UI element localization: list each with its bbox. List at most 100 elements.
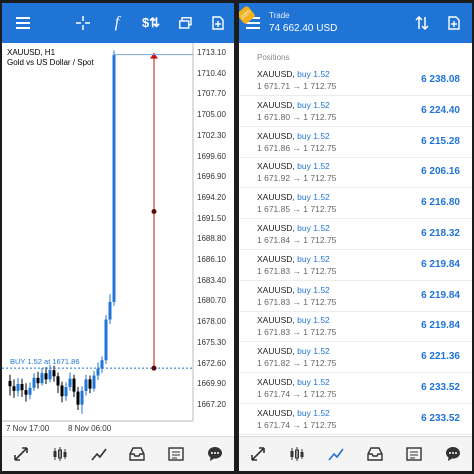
sort-icon[interactable] <box>407 3 437 43</box>
chat-icon[interactable] <box>201 440 229 468</box>
position-symbol: XAUUSD, buy 1.52 <box>257 69 330 79</box>
position-symbol: XAUUSD, buy 1.52 <box>257 223 330 233</box>
position-row[interactable]: XAUUSD, buy 1.52 1 671.83 → 1 712.75 6 219… <box>239 250 472 281</box>
quotes-icon[interactable] <box>7 440 35 468</box>
candle-body <box>48 370 52 380</box>
price-label: 1678.00 <box>197 317 226 327</box>
candle-body <box>104 319 108 361</box>
objects-icon[interactable]: $⇅ <box>134 3 168 43</box>
position-row[interactable]: XAUUSD, buy 1.52 1 671.83 → 1 712.75 6 219… <box>239 311 472 343</box>
price-label: 1688.80 <box>197 234 226 244</box>
position-prices: 1 671.71 → 1 712.75 <box>257 81 337 91</box>
position-profit: 6 233.52 <box>421 412 460 424</box>
price-label: 1691.50 <box>197 213 226 223</box>
position-symbol: XAUUSD, buy 1.52 <box>257 161 330 172</box>
position-row[interactable]: XAUUSD, buy 1.52 1 671.84 → 1 712.75 6 218… <box>239 219 472 250</box>
candle-body <box>24 390 28 395</box>
history-icon[interactable] <box>162 440 190 468</box>
candle-body <box>8 380 12 387</box>
function-icon[interactable]: f <box>100 3 134 43</box>
candle-body <box>80 390 84 405</box>
candle-body <box>92 375 96 389</box>
position-side: buy 1.52 <box>297 253 330 264</box>
account-balance: 74 662.40 USD <box>269 23 338 34</box>
position-symbol: XAUUSD, buy 1.52 <box>257 346 330 357</box>
position-row[interactable]: XAUUSD, buy 1.52 1 671.74 → 1 712.75 6 233… <box>239 404 472 435</box>
new-order-icon[interactable] <box>439 3 469 43</box>
position-row[interactable]: XAUUSD, buy 1.52 1 671.71 → 1 712.75 6 238… <box>239 65 472 96</box>
position-row[interactable]: XAUUSD, buy 1.52 1 671.74 → 1 712.75 6 233… <box>239 373 472 404</box>
time-label: 8 Nov 06:00 <box>68 424 112 433</box>
position-profit: 6 224.40 <box>421 104 460 116</box>
position-symbol: XAUUSD, buy 1.52 <box>257 192 330 203</box>
candle-body <box>52 370 56 377</box>
position-row[interactable]: XAUUSD, buy 1.52 1 671.85 → 1 712.75 6 216… <box>239 188 472 220</box>
position-row[interactable]: XAUUSD, buy 1.52 1 671.80 → 1 712.75 6 224… <box>239 96 472 127</box>
position-profit: 6 221.36 <box>421 351 460 363</box>
price-label: 1686.10 <box>197 255 226 264</box>
position-profit: 6 219.84 <box>421 258 460 270</box>
position-prices: 1 671.85 → 1 712.75 <box>257 204 337 215</box>
position-row[interactable]: XAUUSD, buy 1.52 1 671.83 → 1 712.75 6 219… <box>239 281 472 312</box>
candle-body <box>56 376 60 386</box>
order-line-label[interactable]: BUY 1.52 at 1671.86 <box>10 357 80 366</box>
trend-icon[interactable] <box>322 440 350 468</box>
chart-icon[interactable] <box>283 440 311 468</box>
price-label: 1675.30 <box>197 337 226 347</box>
chart-icon[interactable] <box>46 440 74 468</box>
history-icon[interactable] <box>400 440 428 468</box>
menu-icon[interactable] <box>2 3 44 43</box>
candle-body <box>40 373 44 384</box>
position-symbol: XAUUSD, buy 1.52 <box>257 130 330 141</box>
candle-body <box>16 383 20 391</box>
window-icon[interactable] <box>168 3 202 43</box>
chat-icon[interactable] <box>439 440 467 468</box>
position-row[interactable]: XAUUSD, buy 1.52 1 671.86 → 1 712.75 6 215… <box>239 127 472 158</box>
position-side: buy 1.52 <box>297 346 330 357</box>
price-label: 1710.40 <box>197 68 226 78</box>
new-order-icon[interactable] <box>202 3 234 43</box>
position-row[interactable]: XAUUSD, buy 1.52 1 671.92 → 1 712.75 6 206… <box>239 157 472 189</box>
trade-panel: Trade 74 662.40 USD 2020 Positions XAUUS… <box>239 3 472 471</box>
trade-title: Trade <box>269 11 290 20</box>
trade-toolbar: Trade 74 662.40 USD <box>239 3 472 43</box>
chart-toolbar: f $⇅ <box>2 3 234 43</box>
price-label: 1694.20 <box>197 192 226 202</box>
chart-panel: f $⇅ XAUUSD, H1 Gold vs US Dollar / Spot… <box>2 3 234 471</box>
position-side: buy 1.52 <box>297 223 330 233</box>
trend-icon[interactable] <box>85 440 113 468</box>
candle-body <box>44 373 48 380</box>
position-prices: 1 671.82 → 1 712.75 <box>257 358 337 369</box>
trade-icon[interactable] <box>361 440 389 468</box>
price-label: 1705.00 <box>197 110 226 120</box>
position-profit: 6 215.28 <box>421 135 460 147</box>
price-label: 1696.90 <box>197 172 226 182</box>
candle-body <box>60 385 64 397</box>
crosshair-icon[interactable] <box>66 3 100 43</box>
position-profit: 6 216.80 <box>421 197 460 209</box>
position-row[interactable]: XAUUSD, buy 1.52 1 671.82 → 1 712.75 6 221… <box>239 342 472 374</box>
price-label: 1707.70 <box>197 89 226 99</box>
measure-arrow <box>150 52 158 59</box>
position-profit: 6 238.08 <box>421 74 460 85</box>
candle-body <box>36 377 40 384</box>
measure-point <box>151 365 157 371</box>
price-label: 1683.40 <box>197 275 226 285</box>
trade-icon[interactable] <box>123 440 151 468</box>
price-label: 1669.90 <box>197 379 226 389</box>
bottom-nav <box>2 436 234 471</box>
position-symbol: XAUUSD, buy 1.52 <box>257 253 330 264</box>
position-side: buy 1.52 <box>297 99 330 110</box>
position-prices: 1 671.86 → 1 712.75 <box>257 142 337 153</box>
candle-body <box>20 383 24 391</box>
quotes-icon[interactable] <box>244 440 272 468</box>
position-profit: 6 219.84 <box>421 289 460 301</box>
positions-header: Positions <box>257 53 290 62</box>
position-prices: 1 671.92 → 1 712.75 <box>257 173 337 184</box>
price-label: 1667.20 <box>197 399 226 409</box>
position-symbol: XAUUSD, buy 1.52 <box>257 407 330 418</box>
price-chart[interactable]: XAUUSD, H1 Gold vs US Dollar / Spot 1713… <box>2 43 234 437</box>
candle-body <box>96 368 100 376</box>
position-profit: 6 206.16 <box>421 166 460 178</box>
position-symbol: XAUUSD, buy 1.52 <box>257 315 330 326</box>
